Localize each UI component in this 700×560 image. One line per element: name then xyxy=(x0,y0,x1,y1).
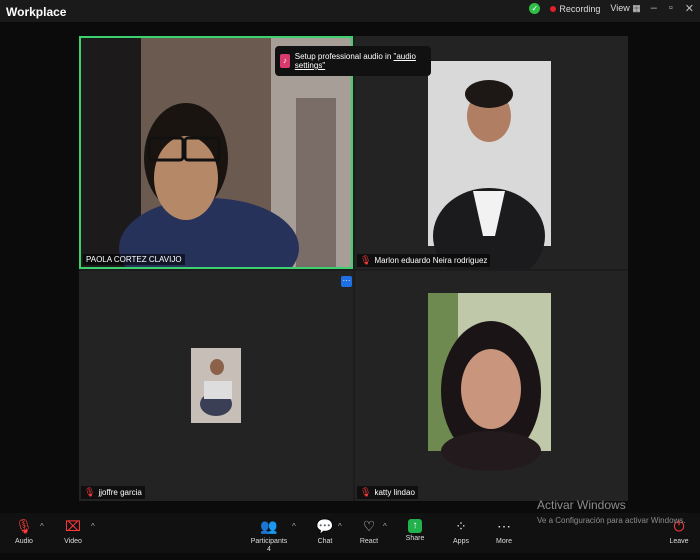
recording-label: Recording xyxy=(559,3,601,14)
participant-name-tag: 🎙 jjoffre garcia xyxy=(81,486,145,499)
shield-check-icon[interactable]: ✓ xyxy=(529,3,541,14)
window-controls: – ▫ ✕ xyxy=(651,2,694,15)
record-dot-icon xyxy=(550,5,557,12)
title-bar: Workplace ✓ Recording View ▦ – ▫ ✕ xyxy=(0,0,700,22)
participant-name-tag: PAOLA CORTEZ CLAVIJO xyxy=(83,254,185,265)
chat-options-caret-icon[interactable]: ^ xyxy=(338,522,342,531)
participant-video-4 xyxy=(355,271,628,501)
watermark-line-1: Activar Windows xyxy=(537,498,626,512)
recording-indicator[interactable]: Recording xyxy=(550,4,600,14)
apps-label: Apps xyxy=(453,538,469,545)
participant-name: katty lindao xyxy=(374,488,415,497)
share-screen-icon: ↑ xyxy=(408,519,422,533)
react-button[interactable]: ♡ React xyxy=(345,513,393,553)
chat-label: Chat xyxy=(317,538,333,545)
more-button[interactable]: ⋯ More xyxy=(480,513,528,553)
more-label: More xyxy=(496,538,512,545)
grid-icon: ▦ xyxy=(632,3,641,13)
title-bar-right: ✓ Recording View ▦ – ▫ ✕ xyxy=(529,2,694,15)
view-button[interactable]: View ▦ xyxy=(610,3,640,14)
audio-label: Audio xyxy=(15,538,33,545)
chat-icon: 💬 xyxy=(316,518,334,534)
mic-muted-icon: 🎙 xyxy=(360,255,372,265)
video-options-caret-icon[interactable]: ^ xyxy=(91,522,95,531)
participant-name-tag: 🎙 Marlon eduardo Neira rodriguez xyxy=(357,254,491,267)
more-icon: ⋯ xyxy=(497,518,511,534)
react-options-caret-icon[interactable]: ^ xyxy=(383,522,387,531)
video-tile-3[interactable]: 🎙 jjoffre garcia xyxy=(79,271,353,501)
mic-muted-icon: 🎙 xyxy=(15,518,33,534)
audio-options-caret-icon[interactable]: ^ xyxy=(40,522,44,531)
video-button[interactable]: ⌧ Video xyxy=(49,513,97,553)
close-icon[interactable]: ✕ xyxy=(685,2,694,15)
share-label: Share xyxy=(405,535,425,542)
app-title: Workplace xyxy=(6,5,67,19)
tile-more-options-button[interactable]: ··· xyxy=(341,276,352,287)
video-tile-4[interactable]: 🎙 katty lindao xyxy=(355,271,628,501)
maximize-icon[interactable]: ▫ xyxy=(669,2,673,15)
windows-activation-watermark: Activar Windows Ve a Configuración para … xyxy=(537,498,686,525)
participants-icon: 👥4 xyxy=(260,518,278,553)
video-off-icon: ⌧ xyxy=(64,518,82,534)
participants-label: Participants xyxy=(250,538,288,545)
react-label: React xyxy=(359,538,379,545)
chat-button[interactable]: 💬 Chat xyxy=(301,513,349,553)
mic-muted-icon: 🎙 xyxy=(84,487,96,497)
notification-message: Setup professional audio in xyxy=(294,52,394,61)
participant-name-tag: 🎙 katty lindao xyxy=(357,486,418,499)
audio-setup-notification[interactable]: ♪ Setup professional audio in "audio set… xyxy=(275,46,431,76)
watermark-line-2: Ve a Configuración para activar Windows. xyxy=(537,516,686,525)
share-button[interactable]: ↑ Share xyxy=(391,513,439,553)
view-label: View xyxy=(610,3,630,13)
participant-name: PAOLA CORTEZ CLAVIJO xyxy=(86,255,182,264)
audio-button[interactable]: 🎙 Audio xyxy=(0,513,48,553)
apps-icon: ⁘ xyxy=(455,518,467,534)
heart-icon: ♡ xyxy=(362,518,376,534)
apps-button[interactable]: ⁘ Apps xyxy=(437,513,485,553)
music-note-icon: ♪ xyxy=(280,54,290,68)
participants-options-caret-icon[interactable]: ^ xyxy=(292,522,296,531)
participants-count: 4 xyxy=(267,546,271,553)
participant-name: jjoffre garcia xyxy=(98,488,142,497)
notification-text: Setup professional audio in "audio setti… xyxy=(295,52,431,70)
participants-button[interactable]: 👥4 Participants xyxy=(244,513,294,553)
minimize-icon[interactable]: – xyxy=(651,2,657,15)
participant-video-3 xyxy=(79,271,353,501)
leave-label: Leave xyxy=(669,538,689,545)
video-label: Video xyxy=(64,538,82,545)
mic-muted-icon: 🎙 xyxy=(360,487,372,497)
participant-name: Marlon eduardo Neira rodriguez xyxy=(374,256,488,265)
